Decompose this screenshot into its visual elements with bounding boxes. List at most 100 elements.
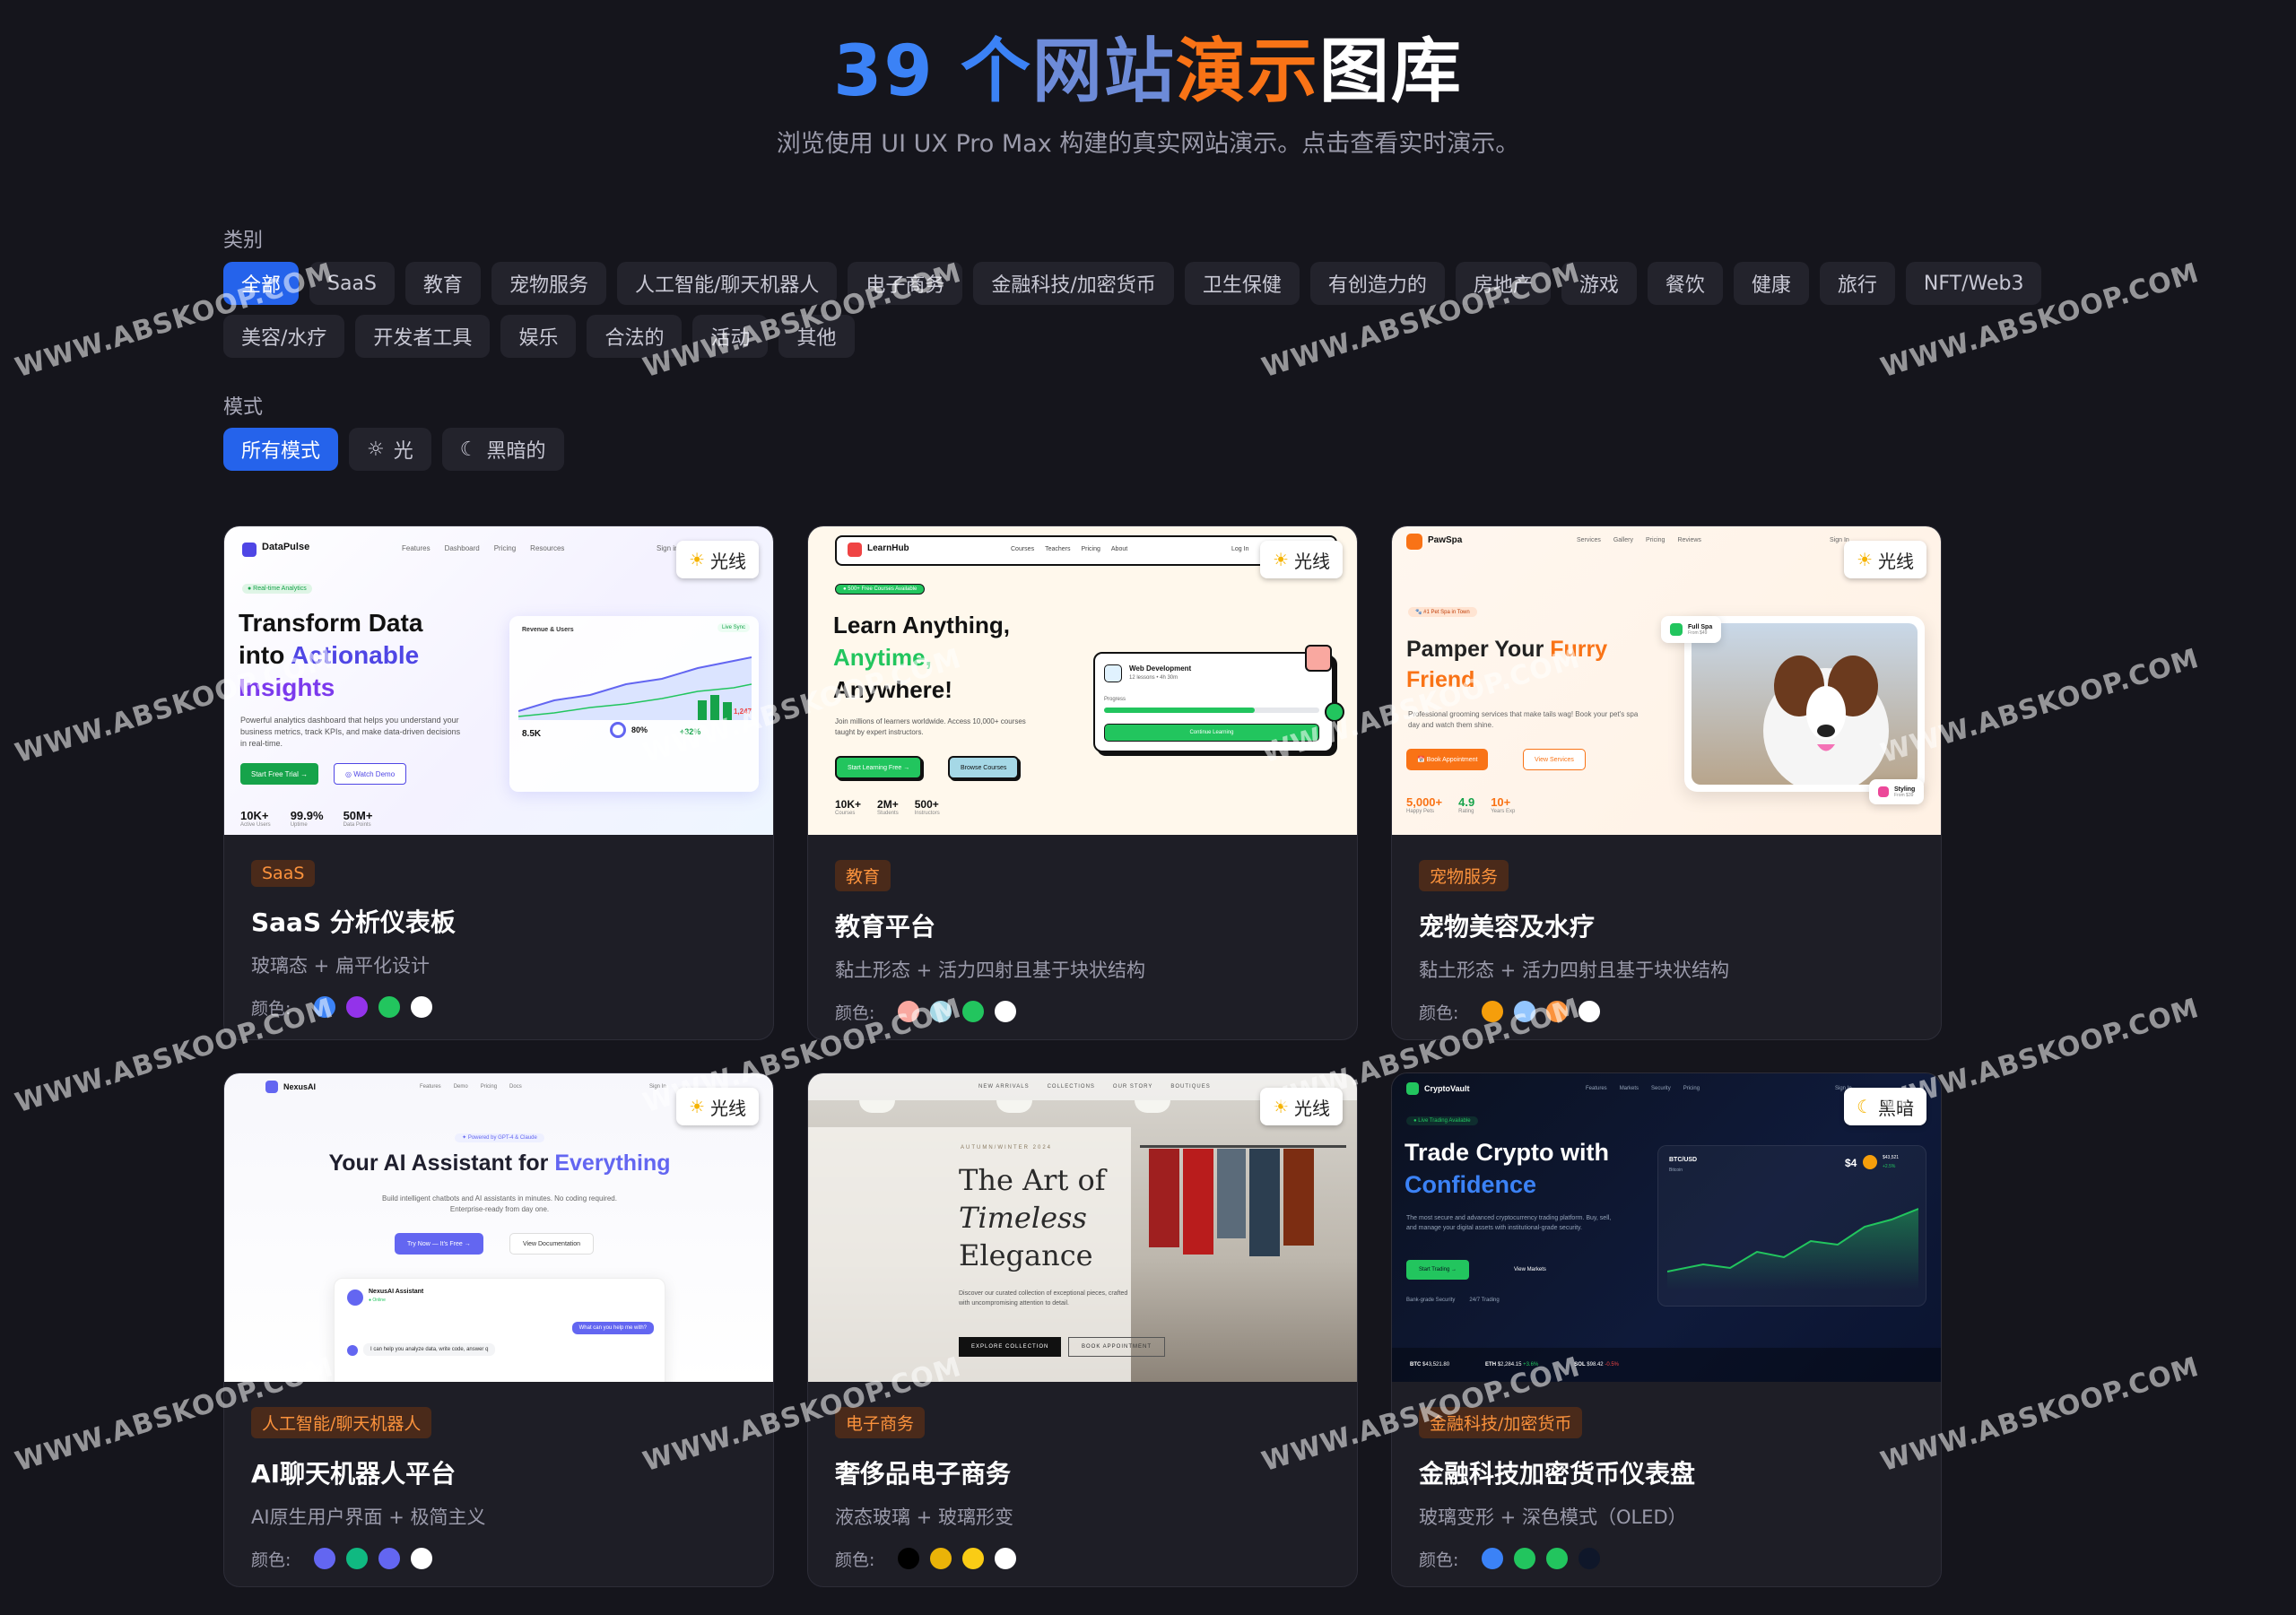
- chip-category-events[interactable]: 活动: [692, 315, 769, 358]
- preview-cta-secondary: View Markets: [1514, 1267, 1546, 1272]
- chip-category-education[interactable]: 教育: [404, 262, 481, 305]
- preview-cta-secondary: BOOK APPOINTMENT: [1068, 1337, 1166, 1357]
- demo-card-saas[interactable]: DataPulse Features Dashboard Pricing Resour…: [223, 525, 774, 1040]
- float-card-sub: From $39: [1894, 792, 1914, 798]
- preview-signin: Sign In: [649, 1084, 666, 1090]
- color-swatch: [961, 999, 987, 1024]
- ticker-symbol: BTC: [1410, 1362, 1422, 1368]
- chip-category-food[interactable]: 餐饮: [1647, 262, 1723, 305]
- chip-category-legal[interactable]: 合法的: [587, 315, 683, 358]
- color-label: 颜色:: [1419, 1550, 1459, 1570]
- preview-kpi: 80%: [631, 725, 648, 734]
- color-swatch: [1480, 999, 1506, 1024]
- dog-photo: [1692, 623, 1918, 785]
- color-swatch: [1577, 1546, 1603, 1571]
- card-body: SaaS SaaS 分析仪表板 玻璃态 + 扁平化设计 颜色:: [251, 860, 746, 1020]
- color-label: 颜色:: [1419, 1003, 1459, 1023]
- mode-badge: ☀ 光线: [1844, 541, 1926, 578]
- color-palette: 颜色:: [251, 1546, 746, 1571]
- demo-card-pet[interactable]: PawSpa Services Gallery Pricing Reviews Sig…: [1391, 525, 1942, 1040]
- preview-stat-label: Uptime: [290, 822, 308, 828]
- chip-category-creative[interactable]: 有创造力的: [1309, 262, 1445, 305]
- chip-category-realestate[interactable]: 房地产: [1455, 262, 1551, 305]
- preview-headline: Transform Data into Actionable Insights: [239, 607, 490, 704]
- assistant-message: I can help you analyze data, write code,…: [363, 1343, 496, 1356]
- color-label: 颜色:: [251, 1550, 291, 1570]
- course-subtitle: 12 lessons • 4h 30m: [1129, 675, 1178, 681]
- chip-category-pet[interactable]: 宠物服务: [491, 262, 606, 305]
- chip-category-travel[interactable]: 旅行: [1819, 262, 1895, 305]
- chip-category-gaming[interactable]: 游戏: [1561, 262, 1637, 305]
- preview-cta-primary: Start Learning Free →: [835, 756, 923, 779]
- card-body: 宠物服务 宠物美容及水疗 黏土形态 + 活力四射且基于块状结构 颜色:: [1419, 860, 1914, 1024]
- garment: [1217, 1149, 1246, 1238]
- demo-card-education[interactable]: LearnHub Courses Teachers Pricing About Log…: [807, 525, 1358, 1040]
- mode-badge: ☾ 黑暗: [1844, 1088, 1926, 1125]
- preview-headline: Trade Crypto with Confidence: [1405, 1136, 1609, 1201]
- mode-badge-label: 光线: [710, 1097, 746, 1119]
- chip-category-devtools[interactable]: 开发者工具: [355, 315, 491, 358]
- mode-badge: ☀ 光线: [676, 541, 759, 578]
- color-swatch: [312, 994, 338, 1020]
- chip-mode-dark-label: 黑暗的: [486, 440, 546, 463]
- preview-nav-item: Pricing: [493, 544, 517, 552]
- chip-mode-light[interactable]: ☼ 光: [349, 428, 431, 471]
- preview-headline: Learn Anything, Anytime, Anywhere!: [833, 609, 1010, 706]
- preview-headline-line: Anywhere!: [833, 676, 952, 703]
- mode-row: 所有模式 ☼ 光 ☾ 黑暗的: [223, 428, 564, 471]
- chip-category-ai[interactable]: 人工智能/聊天机器人: [616, 262, 838, 305]
- preview-cta-primary: Try Now — It's Free →: [395, 1233, 483, 1255]
- preview-stat-label: Courses: [835, 811, 856, 816]
- color-swatch: [409, 1546, 435, 1571]
- preview-cta-primary: 📅 Book Appointment: [1406, 749, 1489, 770]
- preview-headline: Your AI Assistant for Everything: [224, 1150, 773, 1177]
- chip-category-other[interactable]: 其他: [778, 315, 855, 358]
- chip-category-wellness[interactable]: 健康: [1733, 262, 1809, 305]
- card-body: 人工智能/聊天机器人 AI聊天机器人平台 AI原生用户界面 + 极简主义 颜色:: [251, 1407, 746, 1571]
- preview-nav-item: Gallery: [1613, 537, 1634, 543]
- preview-pill: 🐾 #1 Pet Spa in Town: [1408, 607, 1477, 617]
- preview-headline-line: into: [239, 641, 291, 669]
- category-row-2: 美容/水疗 开发者工具 娱乐 合法的 活动 其他: [223, 315, 855, 358]
- logo-icon: [1406, 1082, 1419, 1095]
- preview-paragraph: Powerful analytics dashboard that helps …: [240, 716, 461, 748]
- chip-category-saas[interactable]: SaaS: [309, 262, 395, 305]
- chip-category-all[interactable]: 全部: [223, 262, 300, 305]
- preview-brand: CryptoVault: [1424, 1084, 1470, 1093]
- preview-stats: 10K+ Courses 2M+ Students 500+ Instructors: [835, 798, 940, 816]
- demo-card-crypto[interactable]: CryptoVault Features Markets Security Prici…: [1391, 1072, 1942, 1587]
- color-swatch: [1512, 999, 1538, 1024]
- color-swatch: [993, 1546, 1019, 1571]
- preview-headline-accent: Timeless: [959, 1201, 1087, 1235]
- chip-category-nft[interactable]: NFT/Web3: [1905, 262, 2042, 305]
- preview-brand: LearnHub: [867, 543, 909, 553]
- preview-headline-accent: Anytime,: [833, 644, 932, 671]
- color-palette: 颜色:: [835, 1546, 1330, 1571]
- color-swatch: [409, 994, 435, 1020]
- preview-nav-item: Pricing: [1081, 546, 1100, 552]
- chip-category-entertainment[interactable]: 娱乐: [500, 315, 577, 358]
- chip-mode-dark[interactable]: ☾ 黑暗的: [441, 428, 564, 471]
- ticker-symbol: ETH: [1485, 1362, 1497, 1368]
- course-progress-label: Progress: [1104, 697, 1126, 702]
- chip-category-fintech[interactable]: 金融科技/加密货币: [973, 262, 1174, 305]
- demo-card-ai[interactable]: NexusAI Features Demo Pricing Docs Sign In …: [223, 1072, 774, 1587]
- preview-cta-primary: EXPLORE COLLECTION: [959, 1337, 1062, 1357]
- preview-stat-value: 10K+: [835, 798, 862, 811]
- mode-badge-label: 光线: [1878, 550, 1914, 572]
- preview-nav-item: OUR STORY: [1112, 1084, 1153, 1090]
- mode-badge: ☀ 光线: [1260, 541, 1343, 578]
- preview-brand: NexusAI: [283, 1082, 317, 1091]
- chip-category-beauty[interactable]: 美容/水疗: [223, 315, 345, 358]
- chip-category-health[interactable]: 卫生保健: [1184, 262, 1300, 305]
- chip-mode-all[interactable]: 所有模式: [223, 428, 339, 471]
- demo-card-luxury[interactable]: NEW ARRIVALS COLLECTIONS OUR STORY BOUTIQUE…: [807, 1072, 1358, 1587]
- clothing-rack: [1131, 1136, 1357, 1333]
- color-swatch: [1544, 1546, 1570, 1571]
- chip-category-ecommerce[interactable]: 电子商务: [848, 262, 963, 305]
- card-description: 黏土形态 + 活力四射且基于块状结构: [835, 959, 1145, 981]
- preview-paragraph: Discover our curated collection of excep…: [959, 1290, 1128, 1307]
- color-swatch: [896, 1546, 922, 1571]
- color-swatch: [1480, 1546, 1506, 1571]
- preview-nav-item: About: [1110, 546, 1128, 552]
